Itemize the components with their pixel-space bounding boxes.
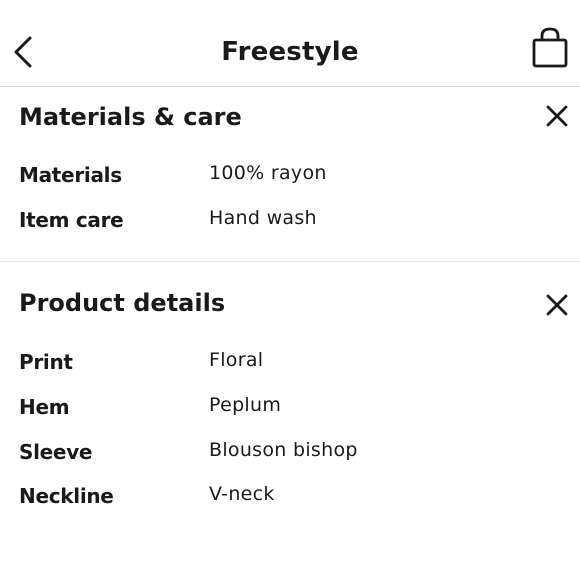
detail-row-hem: Hem Peplum	[19, 392, 580, 422]
top-nav-bar: Freestyle	[0, 0, 580, 87]
detail-label: Materials	[19, 163, 122, 187]
detail-label: Print	[19, 350, 73, 374]
detail-value: Floral	[209, 349, 264, 371]
detail-row-neckline: Neckline V-neck	[19, 481, 580, 511]
close-icon	[546, 294, 568, 316]
detail-value: Peplum	[209, 394, 282, 416]
close-materials-care-button[interactable]	[544, 103, 570, 129]
detail-label: Sleeve	[19, 440, 93, 464]
detail-label: Item care	[19, 208, 124, 232]
section-title-materials-care: Materials & care	[19, 103, 242, 131]
detail-row-print: Print Floral	[19, 347, 580, 377]
detail-value: V-neck	[209, 483, 275, 505]
detail-row-sleeve: Sleeve Blouson bishop	[19, 437, 580, 467]
detail-row-item-care: Item care Hand wash	[19, 205, 580, 235]
detail-value: 100% rayon	[209, 162, 327, 184]
section-title-product-details: Product details	[19, 289, 226, 317]
detail-row-materials: Materials 100% rayon	[19, 160, 580, 190]
shopping-bag-icon	[532, 27, 568, 68]
materials-care-section: Materials & care Materials 100% rayon It…	[0, 87, 580, 262]
detail-value: Blouson bishop	[209, 439, 358, 461]
detail-label: Neckline	[19, 484, 114, 508]
detail-value: Hand wash	[209, 207, 317, 229]
product-info-screen: Freestyle Materials & care Materials 100…	[0, 0, 580, 580]
close-icon	[546, 105, 568, 127]
close-product-details-button[interactable]	[544, 292, 570, 318]
detail-label: Hem	[19, 395, 70, 419]
shopping-bag-button[interactable]	[530, 26, 570, 70]
page-title: Freestyle	[221, 37, 359, 67]
product-details-section: Product details Print Floral Hem Peplum …	[0, 262, 580, 579]
